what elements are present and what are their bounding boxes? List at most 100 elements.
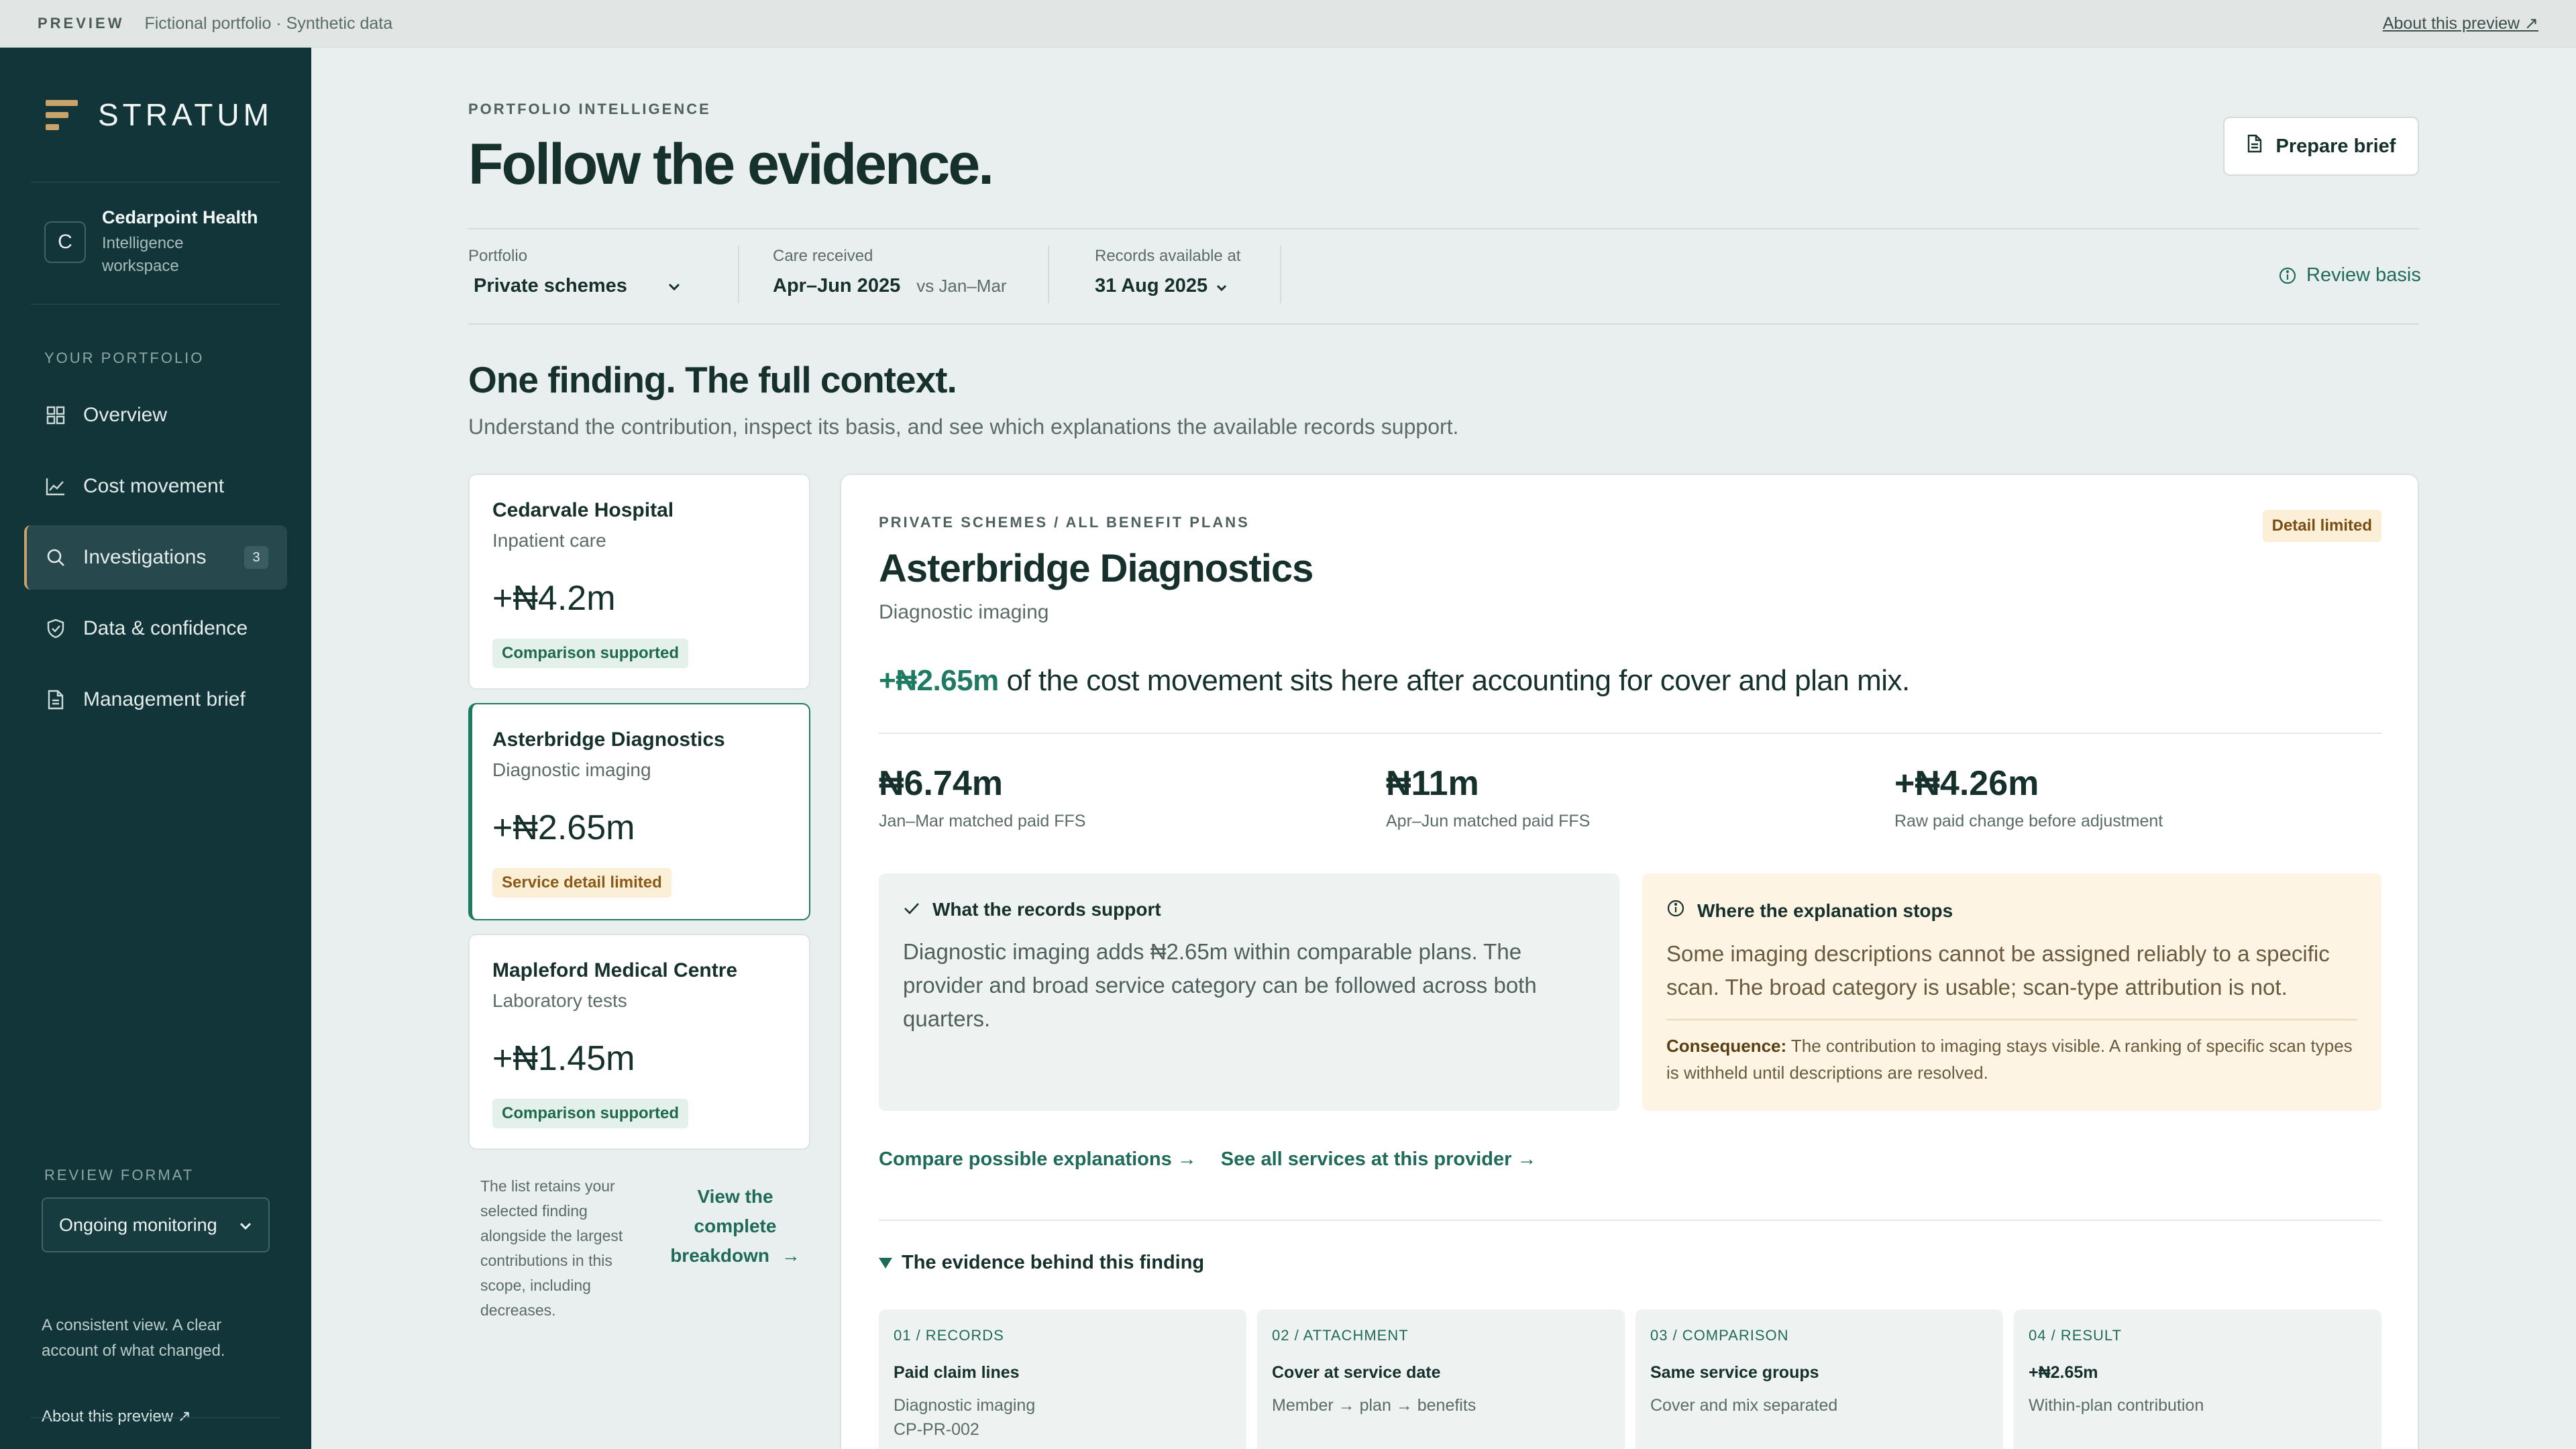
finding-provider: Cedarvale Hospital: [492, 499, 674, 521]
finding-card[interactable]: Cedarvale Hospital Inpatient care +₦4.2m…: [468, 474, 810, 690]
line-chart-icon: [44, 475, 67, 498]
sidebar-divider: [31, 304, 280, 305]
support-body: Diagnostic imaging adds ₦2.65m within co…: [903, 939, 1537, 1031]
review-format-note: A consistent view. A clear account of wh…: [42, 1316, 225, 1360]
sidebar-divider: [31, 1417, 280, 1418]
care-compare-value: vs Jan–Mar: [916, 276, 1007, 296]
step-key: 04 / RESULT: [2029, 1327, 2122, 1344]
search-icon: [44, 546, 67, 569]
finding-card[interactable]: Mapleford Medical Centre Laboratory test…: [468, 934, 810, 1150]
detail-links: Compare possible explanations → See all …: [879, 1148, 1560, 1171]
sidebar-item-cost-movement[interactable]: Cost movement: [24, 454, 287, 519]
sidebar-item-management-brief[interactable]: Management brief: [24, 667, 287, 732]
chevron-down-icon: [1216, 275, 1228, 297]
list-note: The list retains your selected finding a…: [480, 1177, 623, 1319]
evidence-title: The evidence behind this finding: [902, 1252, 1205, 1273]
review-basis-link[interactable]: Review basis: [2278, 264, 2421, 286]
step-desc: Member → plan → benefits: [1272, 1396, 1477, 1415]
finding-card-selected[interactable]: Asterbridge Diagnostics Diagnostic imagi…: [468, 703, 810, 920]
see-all-services-link[interactable]: See all services at this provider →: [1221, 1148, 1537, 1171]
section-lead: Understand the contribution, inspect its…: [468, 415, 1459, 439]
sidebar-item-label: Management brief: [83, 688, 246, 710]
metric-label: Jan–Mar matched paid FFS: [879, 812, 1086, 830]
stop-heading: Where the explanation stops: [1697, 900, 1953, 921]
stratum-logo-icon: [46, 97, 78, 132]
support-heading: What the records support: [932, 899, 1161, 920]
metric-label: Apr–Jun matched paid FFS: [1386, 812, 1591, 830]
metric-raw-change: +₦4.26m Raw paid change before adjustmen…: [1894, 763, 2163, 831]
review-basis-label: Review basis: [2306, 264, 2421, 286]
finding-amount: +₦1.45m: [492, 1039, 635, 1078]
page-title: Follow the evidence.: [468, 132, 994, 197]
filter-divider: [1048, 246, 1049, 303]
metric-value: ₦6.74m: [879, 764, 1003, 803]
document-icon: [2247, 133, 2263, 159]
finding-status-badge: Service detail limited: [492, 868, 672, 898]
detail-statement: +₦2.65m of the cost movement sits here a…: [879, 664, 1910, 698]
finding-provider: Asterbridge Diagnostics: [492, 729, 725, 751]
metric-value: +₦4.26m: [1894, 764, 2039, 803]
org-switcher[interactable]: C Cedarpoint Health Intelligence workspa…: [44, 204, 258, 279]
metric-jan-mar: ₦6.74m Jan–Mar matched paid FFS: [879, 763, 1085, 831]
sidebar-item-label: Overview: [83, 404, 168, 426]
records-available-value: 31 Aug 2025: [1095, 275, 1208, 297]
detail-divider: [879, 733, 2381, 734]
records-support-box: What the records support Diagnostic imag…: [879, 873, 1619, 1111]
sidebar-item-investigations[interactable]: Investigations 3: [24, 525, 287, 590]
chevron-down-icon: [239, 1215, 252, 1236]
about-preview-link[interactable]: About this preview ↗: [2383, 13, 2538, 34]
chevron-down-icon: [667, 275, 681, 297]
sidebar-about-link[interactable]: About this preview ↗: [42, 1407, 191, 1426]
finding-category: Laboratory tests: [492, 990, 627, 1011]
statement-text: of the cost movement sits here after acc…: [998, 664, 1910, 697]
portfolio-filter-value: Private schemes: [474, 275, 627, 297]
review-format-value: Ongoing monitoring: [59, 1214, 217, 1235]
step-title: Cover at service date: [1272, 1363, 1441, 1382]
section-title: One finding. The full context.: [468, 359, 957, 400]
sidebar-item-label: Cost movement: [83, 475, 225, 497]
finding-status-badge: Comparison supported: [492, 639, 689, 668]
records-available-filter[interactable]: Records available at 31 Aug 2025: [1095, 247, 1240, 297]
care-received-filter[interactable]: Care received Apr–Jun 2025 vs Jan–Mar: [773, 247, 1007, 297]
evidence-toggle[interactable]: The evidence behind this finding: [879, 1252, 1204, 1274]
evidence-step: 04 / RESULT +₦2.65m Within-plan contribu…: [2014, 1309, 2381, 1449]
step-title: Paid claim lines: [894, 1363, 1020, 1382]
sidebar-item-overview[interactable]: Overview: [24, 383, 287, 447]
step-key: 01 / RECORDS: [894, 1327, 1004, 1344]
step-desc: Diagnostic imaging: [894, 1396, 1036, 1415]
filter-divider: [1280, 246, 1281, 303]
metric-label: Raw paid change before adjustment: [1894, 812, 2163, 830]
evidence-step: 03 / COMPARISON Same service groups Cove…: [1635, 1309, 2003, 1449]
brand-logo[interactable]: STRATUM: [46, 97, 273, 133]
portfolio-section-label: YOUR PORTFOLIO: [44, 350, 205, 366]
compare-explanations-link[interactable]: Compare possible explanations →: [879, 1148, 1197, 1171]
view-breakdown-link[interactable]: View the complete breakdown →: [661, 1182, 809, 1271]
review-format-label: REVIEW FORMAT: [44, 1167, 195, 1183]
check-icon: [903, 899, 920, 920]
finding-amount: +₦2.65m: [492, 808, 635, 847]
grid-icon: [44, 404, 67, 427]
detail-divider: [879, 1220, 2381, 1221]
metric-value: ₦11m: [1386, 764, 1479, 803]
care-received-label: Care received: [773, 247, 873, 265]
step-title: +₦2.65m: [2029, 1363, 2098, 1382]
detail-title: Asterbridge Diagnostics: [879, 547, 1313, 590]
detail-subtitle: Diagnostic imaging: [879, 601, 1049, 623]
arrow-right-icon: →: [781, 1245, 800, 1266]
org-subtitle-1: Intelligence: [102, 234, 184, 252]
prepare-brief-button[interactable]: Prepare brief: [2223, 117, 2419, 176]
org-avatar: C: [44, 221, 86, 263]
finding-provider: Mapleford Medical Centre: [492, 959, 738, 981]
review-format-select[interactable]: Ongoing monitoring: [42, 1197, 270, 1252]
stop-body: Some imaging descriptions cannot be assi…: [1666, 941, 2330, 1000]
brand-name: STRATUM: [98, 97, 273, 132]
portfolio-filter-label: Portfolio: [468, 247, 528, 265]
page-eyebrow: PORTFOLIO INTELLIGENCE: [468, 101, 711, 117]
stop-divider: [1666, 1019, 2357, 1020]
finding-status-badge: Comparison supported: [492, 1099, 689, 1128]
care-received-value: Apr–Jun 2025: [773, 275, 901, 297]
consequence-label: Consequence:: [1666, 1036, 1787, 1056]
sidebar-item-data-confidence[interactable]: Data & confidence: [24, 596, 287, 661]
view-breakdown-label: View the complete breakdown: [670, 1186, 777, 1266]
portfolio-filter[interactable]: Portfolio Private schemes: [468, 247, 681, 297]
